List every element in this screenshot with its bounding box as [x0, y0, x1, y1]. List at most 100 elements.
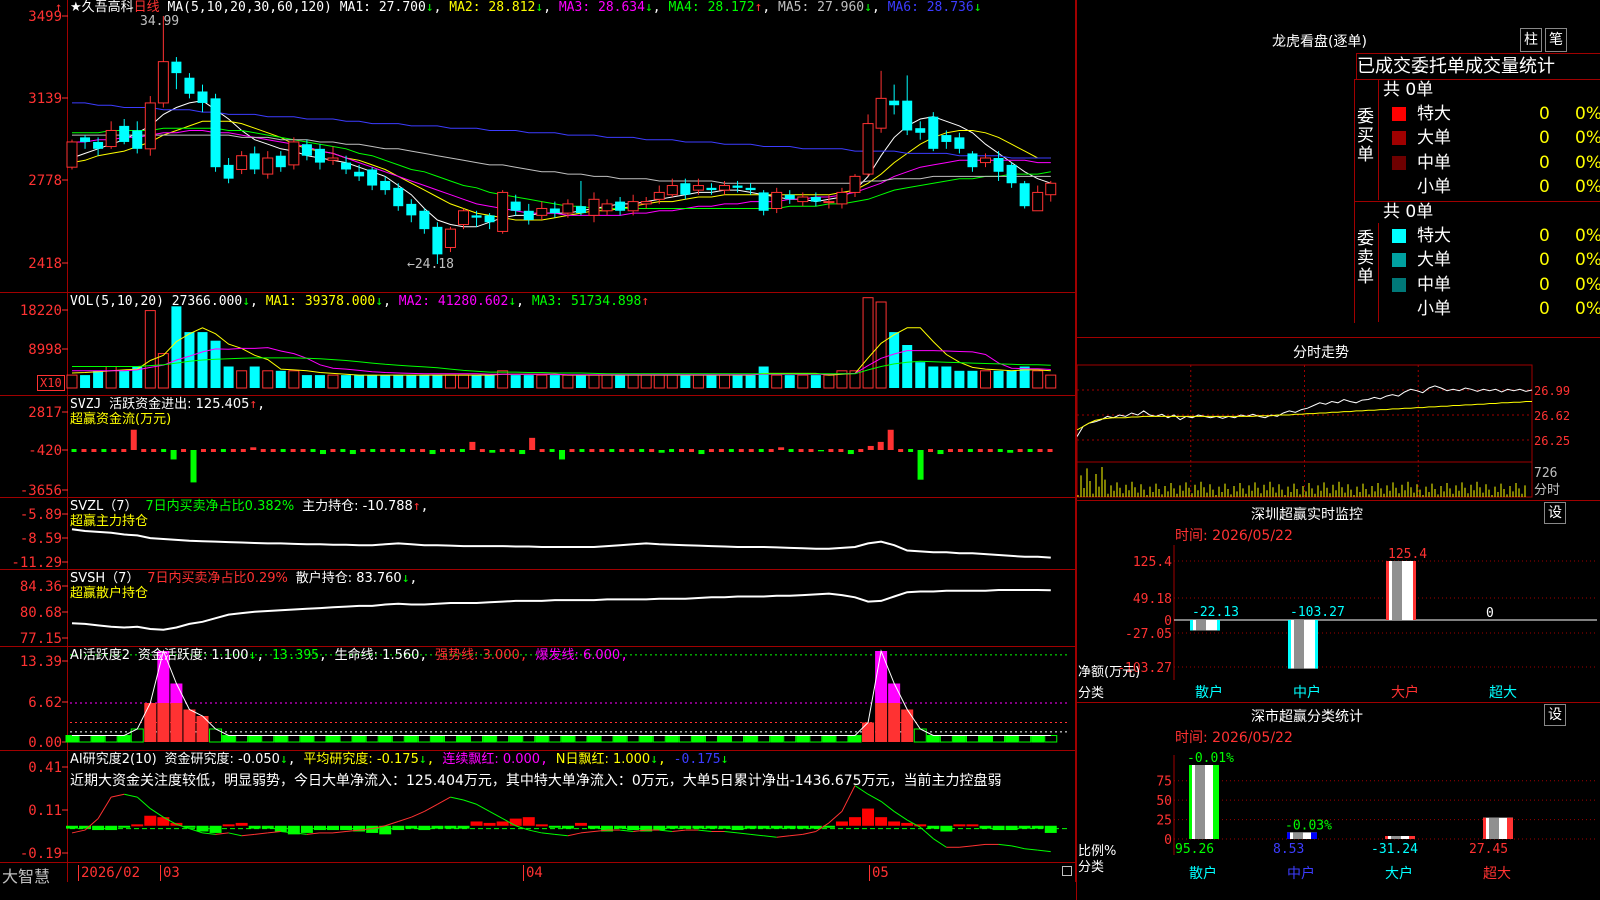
sell-order-row: 特大 0 0%	[1387, 224, 1600, 248]
research-bar	[992, 825, 1005, 831]
research-bar	[274, 825, 287, 832]
volume-bar	[93, 370, 104, 388]
candle-body	[66, 141, 78, 168]
svzl-title: SVZL（7）	[70, 499, 138, 514]
money-flow-bar	[559, 450, 566, 460]
candle-body	[432, 226, 443, 255]
stats-top-label: -0.01%	[1187, 751, 1234, 766]
activity-bar	[822, 735, 836, 743]
svzl-comma: ,	[420, 499, 429, 514]
money-flow-bar	[817, 450, 824, 452]
volume-bar	[354, 375, 365, 388]
stats-bottom-label: 27.45	[1469, 842, 1508, 857]
research-bar	[548, 825, 561, 828]
activity-bar	[222, 735, 236, 743]
lock-icon[interactable]	[1062, 866, 1072, 876]
volume-bar	[223, 366, 234, 388]
candle-body	[536, 207, 548, 216]
vol-ma1-arrow: ↓	[375, 294, 384, 309]
activity-bar	[965, 735, 979, 743]
research-line-segment	[959, 845, 973, 848]
tick-mode-button[interactable]: 笔	[1545, 28, 1567, 52]
monitor-y-tick: 49.18	[1133, 592, 1172, 607]
sell-order-color-swatch	[1392, 229, 1406, 243]
bar-mode-button[interactable]: 柱	[1520, 28, 1542, 52]
ma5-value: MA5: 27.960	[778, 0, 865, 15]
research-bar	[509, 818, 522, 826]
money-flow-dot	[599, 449, 605, 452]
volume-bar	[210, 340, 221, 388]
chart-period[interactable]: 日线	[134, 0, 160, 15]
monitor-settings-button[interactable]: 设	[1544, 502, 1566, 524]
research-line-segment	[724, 831, 738, 834]
money-flow-dot	[898, 449, 904, 452]
research-bar	[209, 825, 222, 833]
research-line-segment	[698, 829, 712, 832]
money-flow-bar	[519, 450, 526, 455]
tab-done[interactable]: 已成交	[1357, 56, 1411, 77]
buy-order-row-count: 0	[1539, 128, 1550, 149]
candle-body	[967, 153, 978, 168]
price-chart[interactable]: 349931392778241834.99←24.18	[0, 0, 1076, 292]
money-flow-dot	[509, 449, 515, 452]
research-line-segment	[71, 829, 86, 834]
buy-order-row: 小单 0 0%	[1387, 175, 1600, 199]
activity-bar	[574, 735, 588, 743]
monitor-y-label: 净额(万元)	[1078, 665, 1141, 680]
research-line-segment	[737, 832, 751, 835]
money-flow-dot	[181, 449, 187, 452]
monitor-bar-edge	[1413, 561, 1416, 620]
activity-bar	[339, 735, 353, 743]
buy-order-color-swatch	[1392, 179, 1406, 194]
research-bar	[496, 821, 509, 826]
activity-bar	[992, 735, 1006, 743]
ai2-average: 平均研究度: -0.175	[303, 752, 419, 767]
monitor-value-label: 125.4	[1388, 547, 1427, 562]
research-line-segment	[620, 829, 634, 832]
buy-order-row-count: 0	[1539, 176, 1550, 197]
activity-bar	[326, 735, 340, 743]
ai2-arrow1: ↓	[279, 752, 288, 767]
candle-body	[771, 191, 783, 209]
ai2-nday-red: N日飘红: 1.000	[555, 752, 651, 767]
lhb-tabs: 已成交委托单成交量统计	[1356, 53, 1600, 79]
research-bar	[144, 815, 157, 826]
research-line-segment	[254, 832, 268, 835]
activity-bar	[509, 735, 523, 743]
tab-volume-stats[interactable]: 成交量统计	[1465, 56, 1555, 77]
low-label: ←24.18	[407, 257, 454, 272]
volume-bar	[680, 375, 691, 388]
activity-bar	[1005, 735, 1019, 743]
activity-bar	[691, 735, 705, 743]
candle-body	[510, 201, 521, 211]
activity-bar	[417, 735, 431, 743]
x-label-apr: 04	[523, 865, 543, 881]
research-bar	[157, 817, 170, 826]
candle-body	[954, 137, 965, 149]
ai-research-chart[interactable]: 0.41 0.11 -0.19	[0, 751, 1076, 862]
intraday-chart[interactable]: 26.99 26.62 26.25 726 分时	[1077, 362, 1600, 498]
candle-body	[680, 183, 691, 195]
stats-settings-button[interactable]: 设	[1544, 704, 1566, 726]
sell-divider	[1378, 223, 1379, 322]
vol-title: VOL(5,10,20)	[70, 294, 164, 309]
volume-bar	[249, 366, 260, 388]
activity-bar	[470, 735, 484, 743]
candle-body	[862, 123, 874, 175]
candle-body	[875, 97, 887, 129]
y-tick-label: -8.59	[20, 531, 62, 547]
research-bar	[561, 825, 574, 829]
sell-order-color-swatch	[1392, 277, 1406, 292]
y-tick-label: 3139	[28, 91, 62, 107]
brand-label: 大智慧	[2, 867, 51, 886]
monitor-x-label: 分类	[1078, 686, 1105, 701]
candle-body	[458, 210, 469, 226]
money-flow-dot	[738, 449, 744, 452]
money-flow-dot	[101, 449, 107, 452]
research-line-segment	[124, 793, 138, 798]
research-line-segment	[972, 843, 986, 847]
tab-orders[interactable]: 委托单	[1411, 56, 1465, 77]
candle-body	[588, 198, 600, 216]
volume-bar	[993, 370, 1004, 388]
research-bar	[757, 825, 770, 829]
